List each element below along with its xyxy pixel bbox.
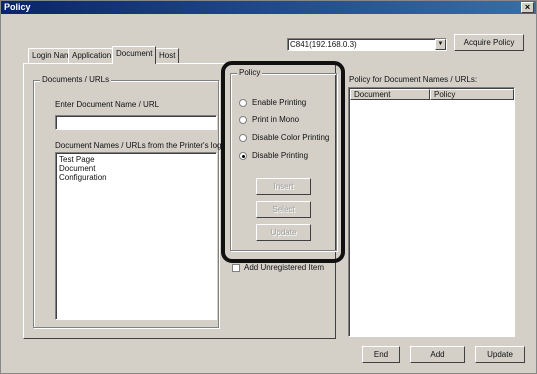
policy-list[interactable]: Document Policy bbox=[348, 87, 515, 337]
title-bar: Policy × bbox=[1, 1, 536, 14]
radio-label: Print in Mono bbox=[252, 115, 300, 124]
insert-button[interactable]: Insert bbox=[256, 178, 311, 195]
unregistered-label: Add Unregistered Item bbox=[244, 263, 325, 272]
printer-select-value: C841(192.168.0.3) bbox=[290, 40, 357, 49]
acquire-policy-button[interactable]: Acquire Policy bbox=[454, 34, 524, 51]
list-item[interactable]: Test Page bbox=[59, 155, 213, 164]
radio-disable-printing[interactable]: Disable Printing bbox=[239, 151, 308, 160]
list-item[interactable]: Document bbox=[59, 164, 213, 173]
policy-list-title: Policy for Document Names / URLs: bbox=[349, 75, 478, 84]
add-button[interactable]: Add bbox=[410, 346, 465, 363]
printer-select[interactable]: C841(192.168.0.3) ▼ bbox=[287, 38, 447, 51]
documents-group-title: Documents / URLs bbox=[40, 75, 112, 84]
document-name-input[interactable] bbox=[55, 115, 217, 130]
column-header-document[interactable]: Document bbox=[350, 89, 430, 100]
policy-group-title: Policy bbox=[237, 68, 263, 77]
end-button[interactable]: End bbox=[362, 346, 400, 363]
update-button[interactable]: Update bbox=[475, 346, 525, 363]
close-button[interactable]: × bbox=[521, 2, 534, 13]
window-title: Policy bbox=[4, 2, 31, 12]
printer-log-list[interactable]: Test Page Document Configuration bbox=[55, 152, 217, 320]
printer-log-label: Document Names / URLs from the Printer's… bbox=[55, 141, 222, 150]
radio-label: Enable Printing bbox=[252, 98, 307, 107]
column-header-policy[interactable]: Policy bbox=[430, 89, 514, 100]
tab-application[interactable]: Application bbox=[68, 48, 116, 63]
radio-disable-color-printing[interactable]: Disable Color Printing bbox=[239, 133, 329, 142]
unregistered-checkbox[interactable] bbox=[232, 264, 240, 272]
radio-label: Disable Printing bbox=[252, 151, 309, 160]
tab-host[interactable]: Host bbox=[155, 48, 180, 63]
chevron-down-icon[interactable]: ▼ bbox=[435, 39, 446, 50]
radio-label: Disable Color Printing bbox=[252, 133, 330, 142]
select-button[interactable]: Select bbox=[256, 201, 311, 218]
radio-icon[interactable] bbox=[239, 115, 247, 124]
enter-document-label: Enter Document Name / URL bbox=[55, 100, 160, 109]
radio-icon[interactable] bbox=[239, 98, 247, 107]
tab-document[interactable]: Document bbox=[112, 46, 157, 64]
policy-update-button[interactable]: Update bbox=[256, 224, 311, 241]
list-item[interactable]: Configuration bbox=[59, 173, 213, 182]
radio-print-in-mono[interactable]: Print in Mono bbox=[239, 115, 299, 124]
radio-icon[interactable] bbox=[239, 133, 247, 142]
radio-enable-printing[interactable]: Enable Printing bbox=[239, 98, 306, 107]
radio-checked-icon[interactable] bbox=[239, 151, 247, 160]
policy-window: Policy × Login Name Application Document… bbox=[0, 0, 537, 374]
